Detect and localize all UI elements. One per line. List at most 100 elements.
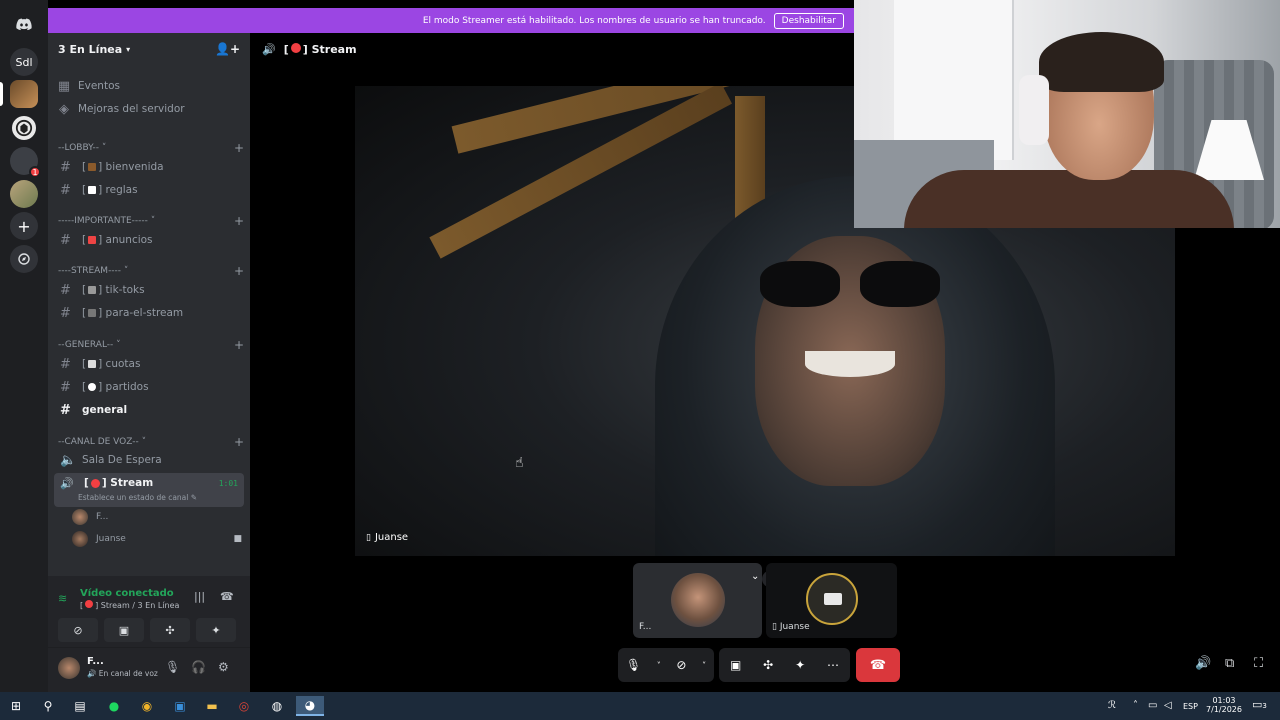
camera-off-icon[interactable]: ⊘ [676,658,686,672]
signal-icon: ≋ [58,592,68,605]
channel-partidos[interactable]: #[] partidos [54,377,244,397]
task-view-icon[interactable]: ▤ [68,696,92,716]
category-canal-de-voz[interactable]: --CANAL DE VOZ-- ˅ + [58,435,244,449]
server-header[interactable]: 3 En Línea ▾ 👤+ [48,33,250,65]
chevron-down-icon[interactable]: ˅ [702,661,706,670]
app-icon[interactable]: ◉ [135,696,159,716]
main-video-label: ▯ Juanse [366,532,409,543]
channel-cuotas[interactable]: #[] cuotas [54,354,244,374]
file-explorer-icon[interactable]: ▬ [200,696,224,716]
chevron-down-icon[interactable]: ⌄ [751,571,759,582]
category-general[interactable]: --GENERAL-- ˅ + [58,338,244,352]
chrome-icon[interactable]: ◎ [232,696,256,716]
language-indicator[interactable]: ESP [1183,702,1198,711]
channel-bienvenida[interactable]: #[] bienvenida [54,157,244,177]
chevron-down-icon[interactable]: ˅ [657,661,661,670]
avatar[interactable] [58,657,80,679]
activities-icon[interactable]: ✣ [763,658,773,672]
emoji-icon [88,286,97,294]
clapper-icon [88,309,97,317]
volume-icon[interactable]: 🔊 [1195,656,1211,671]
hash-icon: # [60,356,71,372]
disable-streamer-button[interactable]: Deshabilitar [773,12,844,29]
network-icon[interactable]: ▭ [1148,700,1157,711]
events-item[interactable]: ▦ Eventos [56,76,120,96]
hang-up-button[interactable]: ☎ [856,648,900,682]
cursor-icon: ☝ [515,455,524,471]
spotify-icon[interactable]: ● [102,696,126,716]
microphone-icon[interactable]: 🎙 [626,658,641,672]
voice-user-juanse[interactable]: Juanse ■ [72,529,242,549]
voice-user-f[interactable]: F... [72,507,108,527]
phone-icon: ▯ [772,622,777,632]
discord-taskbar-icon[interactable]: ◕ [296,696,324,716]
sunglasses [760,261,940,311]
voice-channel-stream[interactable]: 🔊 [] Stream 1:01 Establece un estado de … [54,473,244,507]
windows-start-icon[interactable]: ⊞ [4,696,28,716]
discord-home-icon[interactable] [10,10,38,38]
microphone-icon[interactable]: 🎙 [165,660,180,674]
search-icon[interactable]: ⚲ [36,696,60,716]
share-screen-button[interactable]: ▣ [104,618,144,642]
app-icon[interactable]: ▣ [168,696,192,716]
server-icon-3-en-linea[interactable] [10,80,38,108]
hash-icon: # [60,305,71,321]
add-member-icon[interactable]: 👤+ [215,42,240,56]
server-icon-g2[interactable] [10,114,38,142]
voice-channel-sala-de-espera[interactable]: 🔈 Sala De Espera [54,450,244,470]
obs-icon[interactable]: ◍ [265,696,289,716]
participant-tile-juanse[interactable]: ▯ Juanse [766,563,897,638]
gear-icon[interactable]: ⚙ [218,660,229,674]
user-status: 🔊 En canal de voz [87,669,158,678]
pen-icon[interactable]: ℛ [1108,700,1116,711]
plus-icon[interactable]: + [234,141,244,155]
soundboard-icon[interactable]: ✦ [795,658,805,672]
soundboard-button[interactable]: ✦ [196,618,236,642]
hash-icon: # [60,282,71,298]
notifications-icon[interactable]: ▭3 [1252,698,1267,711]
hash-icon: # [60,402,71,418]
channel-status-hint[interactable]: Establece un estado de canal ✎ [78,493,197,502]
channel-para-el-stream[interactable]: #[] para-el-stream [54,303,244,323]
server-boost-item[interactable]: ◈ Mejoras del servidor [56,99,185,119]
activities-icon: ✣ [165,623,175,637]
disconnect-icon[interactable]: ☎ [220,590,234,603]
plus-icon[interactable]: + [234,264,244,278]
voice-location[interactable]: [] Stream / 3 En Línea [80,600,179,610]
noise-suppression-icon[interactable]: ||| [194,590,205,603]
category-lobby[interactable]: --LOBBY-- ˅ + [58,141,244,155]
plus-icon[interactable]: + [234,435,244,449]
boost-icon: ◈ [59,101,69,117]
plus-icon[interactable]: + [10,212,38,240]
more-options-icon[interactable]: ⋯ [827,658,839,672]
fullscreen-icon[interactable]: ⛶ [1254,656,1263,671]
category-importante[interactable]: -----IMPORTANTE----- ˅ + [58,214,244,228]
camera-off-button[interactable]: ⊘ [58,618,98,642]
camera-off-icon: ⊘ [73,623,83,637]
plus-icon[interactable]: + [234,214,244,228]
server-icon-dark[interactable]: 1 [10,147,41,178]
screen-share-icon[interactable]: ▣ [730,658,741,672]
chevron-up-icon[interactable]: ˄ [1133,700,1138,711]
channel-general[interactable]: # general [54,400,244,420]
server-icon-sdl[interactable]: Sdl [10,48,38,76]
channel-tik-toks[interactable]: #[] tik-toks [54,280,244,300]
headphones-icon[interactable]: 🎧 [191,660,206,674]
pop-out-icon[interactable]: ⧉ [1225,656,1234,671]
active-server-pill [0,82,3,106]
category-stream[interactable]: ----STREAM---- ˅ + [58,264,244,278]
plus-icon[interactable]: + [234,338,244,352]
username: F... [87,656,104,667]
live-dot-icon [290,42,301,53]
activities-button[interactable]: ✣ [150,618,190,642]
channel-anuncios[interactable]: #[] anuncios [54,230,244,250]
banner-message: El modo Streamer está habilitado. Los no… [422,15,766,26]
participant-tile-f[interactable]: ⌄ F... [633,563,762,638]
volume-icon[interactable]: ◁ [1164,700,1172,711]
compass-icon[interactable] [10,245,38,273]
server-icon-photo[interactable] [10,180,38,208]
camera-icon: ■ [233,534,242,544]
clock[interactable]: 01:03 7/1/2026 [1205,696,1243,714]
server-rail: Sdl 1 + [0,0,48,692]
channel-reglas[interactable]: #[] reglas [54,180,244,200]
